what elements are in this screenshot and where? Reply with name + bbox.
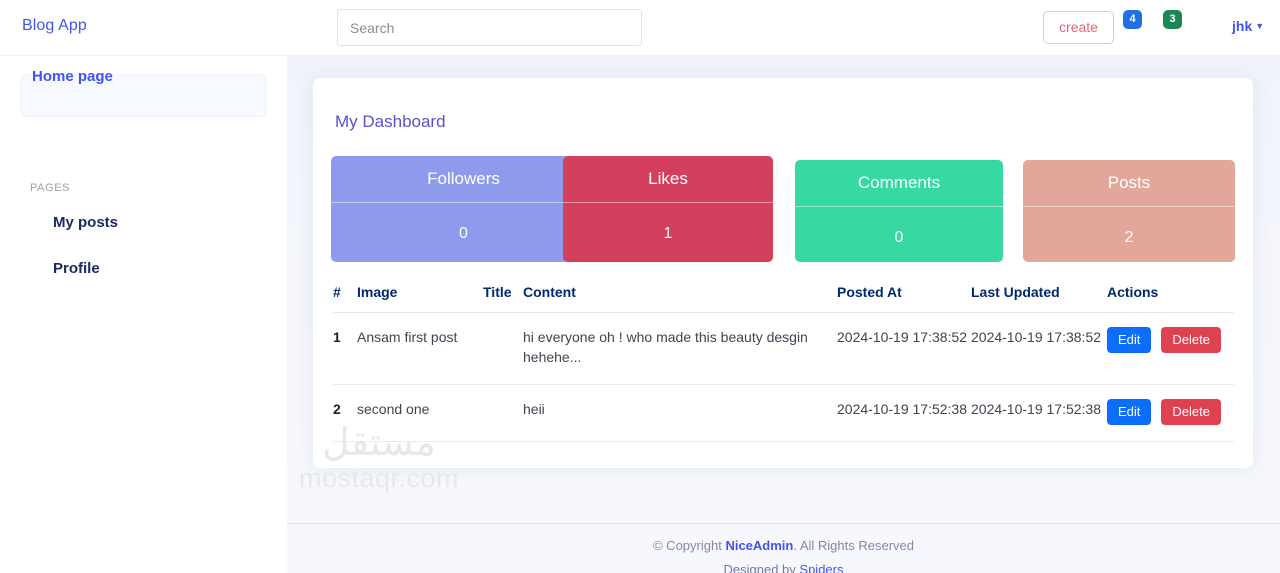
- row-image: Ansam first post: [357, 312, 483, 385]
- stat-card-likes-label: Likes: [563, 156, 773, 203]
- row-image: second one: [357, 384, 483, 442]
- sidebar-item-profile[interactable]: Profile: [53, 260, 100, 277]
- stat-card-posts-label: Posts: [1023, 160, 1235, 207]
- sidebar-section-heading: PAGES: [30, 182, 71, 194]
- stat-card-posts-value: 2: [1124, 229, 1134, 246]
- column-header-actions: Actions: [1107, 284, 1234, 313]
- footer-credits-prefix: Designed by: [723, 562, 800, 573]
- delete-button[interactable]: Delete: [1161, 398, 1221, 425]
- stat-card-followers[interactable]: Followers 0: [331, 156, 596, 262]
- stat-card-likes[interactable]: Likes 1: [563, 156, 773, 262]
- posts-table: # Image Title Content Posted At Last Upd…: [333, 284, 1234, 442]
- footer-brand-name: NiceAdmin: [725, 538, 794, 553]
- dashboard-card: My Dashboard Followers 0 Likes 1 Comment…: [313, 78, 1253, 468]
- row-actions: Edit Delete: [1107, 384, 1234, 442]
- page-footer: © Copyright NiceAdmin. All Rights Reserv…: [287, 523, 1280, 573]
- row-posted-at: 2024-10-19 17:52:38: [837, 384, 971, 442]
- footer-copyright-suffix: . All Rights Reserved: [793, 538, 915, 553]
- footer-credits: Designed by Spiders: [287, 562, 1280, 573]
- column-header-index: #: [333, 284, 357, 313]
- stat-card-posts[interactable]: Posts 2: [1023, 160, 1235, 262]
- edit-button[interactable]: Edit: [1107, 398, 1152, 425]
- row-title: [483, 384, 523, 442]
- top-header: Blog App create 4 3 jhk▼: [0, 0, 1280, 56]
- column-header-title: Title: [483, 284, 523, 313]
- main-content: My Dashboard Followers 0 Likes 1 Comment…: [287, 56, 1280, 573]
- table-row: 2 second one heii 2024-10-19 17:52:38 20…: [333, 384, 1234, 442]
- row-actions: Edit Delete: [1107, 312, 1234, 385]
- row-last-updated: 2024-10-19 17:52:38: [971, 384, 1107, 442]
- stat-card-comments-value: 0: [894, 229, 904, 246]
- table-header-row: # Image Title Content Posted At Last Upd…: [333, 284, 1234, 313]
- user-menu-button[interactable]: jhk ▼: [1232, 18, 1264, 34]
- column-header-image: Image: [357, 284, 483, 313]
- table-row: 1 Ansam first post hi everyone oh ! who …: [333, 312, 1234, 385]
- page-title: My Dashboard: [335, 112, 446, 131]
- edit-button[interactable]: Edit: [1107, 327, 1152, 354]
- column-header-posted-at: Posted At: [837, 284, 971, 313]
- column-header-last-updated: Last Updated: [971, 284, 1107, 313]
- row-title: [483, 312, 523, 385]
- row-content: heii: [523, 384, 837, 442]
- sidebar: Home page PAGES My posts Profile: [0, 56, 287, 573]
- chevron-down-icon: ▼: [1255, 21, 1265, 31]
- app-brand-logo[interactable]: Blog App: [22, 17, 87, 35]
- search-input[interactable]: [337, 9, 642, 46]
- row-index: 1: [333, 312, 357, 385]
- sidebar-item-my-posts[interactable]: My posts: [53, 214, 118, 231]
- footer-copyright-prefix: © Copyright: [652, 538, 726, 553]
- row-posted-at: 2024-10-19 17:38:52: [837, 312, 971, 385]
- stat-card-likes-value: 1: [663, 225, 673, 242]
- user-menu-label: jhk: [1232, 18, 1253, 34]
- stat-card-comments-label: Comments: [795, 160, 1003, 207]
- footer-credits-link[interactable]: Spiders: [799, 562, 843, 573]
- stat-card-comments[interactable]: Comments 0: [795, 160, 1003, 262]
- create-button[interactable]: create: [1043, 11, 1114, 44]
- row-last-updated: 2024-10-19 17:38:52: [971, 312, 1107, 385]
- sidebar-item-home-page-label: Home page: [32, 68, 113, 85]
- row-content: hi everyone oh ! who made this beauty de…: [523, 312, 837, 385]
- notifications-badge[interactable]: 3: [1163, 10, 1182, 29]
- delete-button[interactable]: Delete: [1161, 327, 1221, 354]
- footer-copyright: © Copyright NiceAdmin. All Rights Reserv…: [287, 538, 1280, 553]
- messages-badge[interactable]: 4: [1123, 10, 1142, 29]
- stat-card-followers-label: Followers: [331, 156, 596, 203]
- column-header-content: Content: [523, 284, 837, 313]
- row-index: 2: [333, 384, 357, 442]
- stat-card-followers-value: 0: [459, 225, 468, 242]
